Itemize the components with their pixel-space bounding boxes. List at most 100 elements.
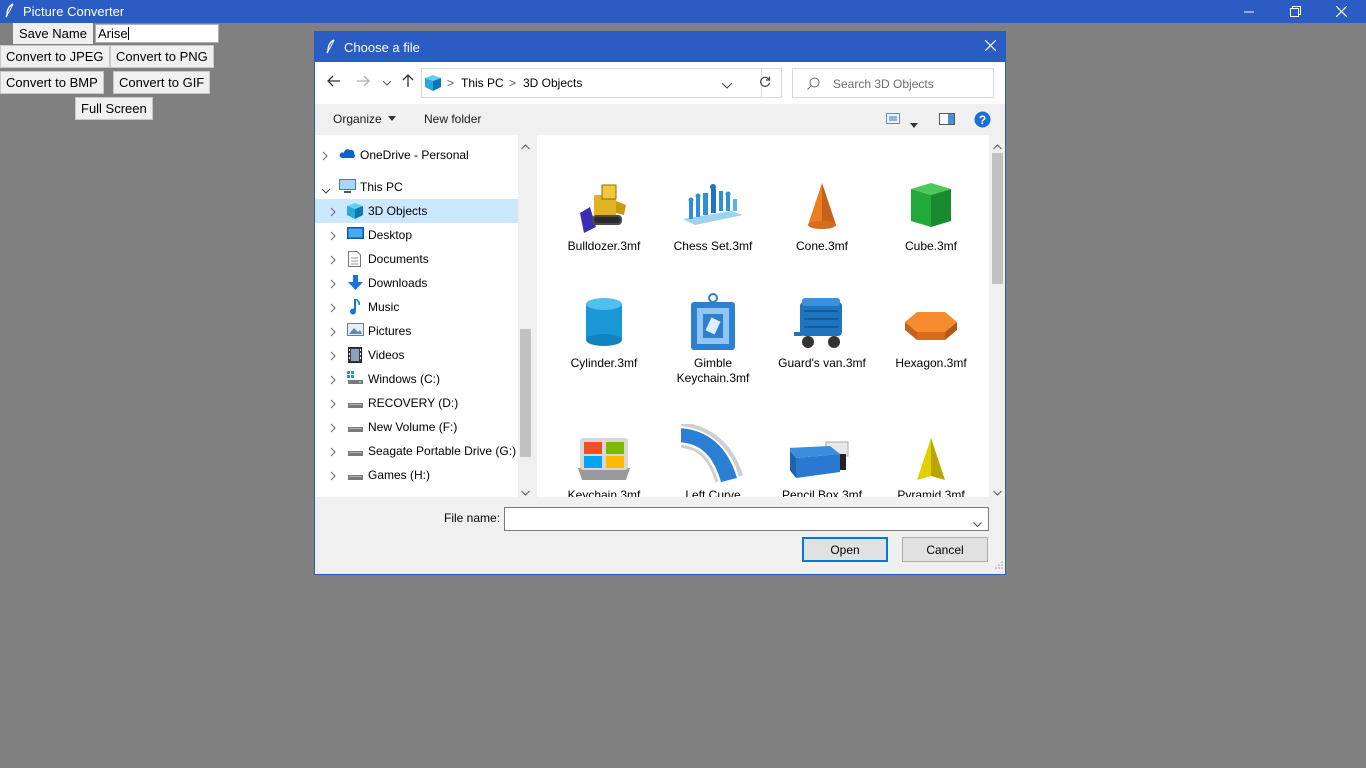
- file-dialog: Choose a file > This PC > 3D Objects Sea…: [314, 31, 1006, 575]
- organize-menu[interactable]: Organize: [333, 112, 397, 126]
- nav-item-drive-f[interactable]: New Volume (F:): [315, 415, 518, 439]
- close-button[interactable]: [1318, 0, 1364, 23]
- nav-item-label: Games (H:): [368, 468, 431, 482]
- address-bar[interactable]: > This PC > 3D Objects: [421, 68, 762, 98]
- nav-item-drive-g[interactable]: Seagate Portable Drive (G:): [315, 439, 518, 463]
- up-button[interactable]: [398, 72, 418, 92]
- preview-pane-button[interactable]: [939, 113, 955, 128]
- chevron-down-icon[interactable]: [973, 516, 982, 530]
- file-item[interactable]: Left Curve: [660, 422, 766, 497]
- recent-locations-button[interactable]: [377, 72, 397, 92]
- refresh-button[interactable]: [748, 68, 782, 98]
- nav-item-videos[interactable]: Videos: [315, 343, 518, 367]
- scrollbar-thumb[interactable]: [520, 329, 531, 457]
- app-title: Picture Converter: [23, 4, 125, 19]
- file-item[interactable]: Hexagon.3mf: [878, 292, 984, 387]
- dialog-close-button[interactable]: [975, 32, 1005, 62]
- chevron-right-icon[interactable]: [330, 230, 336, 244]
- open-button[interactable]: Open: [802, 537, 888, 562]
- file-list-scrollbar[interactable]: [989, 135, 1005, 497]
- nav-item-music[interactable]: Music: [315, 295, 518, 319]
- full-screen-button[interactable]: Full Screen: [75, 97, 153, 120]
- forward-button[interactable]: [353, 72, 373, 92]
- help-button[interactable]: ?: [974, 111, 991, 131]
- file-item[interactable]: Bulldozer.3mf: [551, 175, 657, 255]
- chevron-down-icon[interactable]: [321, 183, 331, 197]
- view-dropdown-button[interactable]: [910, 117, 918, 131]
- download-icon: [348, 275, 364, 291]
- scroll-down-icon[interactable]: [521, 485, 530, 497]
- scroll-down-icon[interactable]: [993, 485, 1002, 497]
- chevron-right-icon[interactable]: [330, 206, 336, 220]
- chevron-right-icon[interactable]: [330, 446, 336, 460]
- file-item[interactable]: Cube.3mf: [878, 175, 984, 255]
- nav-item-drive-c[interactable]: Windows (C:): [315, 367, 518, 391]
- file-name: Cone.3mf: [795, 239, 849, 253]
- chevron-right-icon[interactable]: [330, 470, 336, 484]
- breadcrumb-3d-objects[interactable]: 3D Objects: [523, 76, 582, 90]
- nav-item-label: Documents: [368, 252, 429, 266]
- file-name: Cube.3mf: [904, 239, 958, 253]
- chevron-down-icon[interactable]: [721, 78, 733, 92]
- resize-grip-icon[interactable]: [995, 558, 1003, 572]
- scrollbar-thumb[interactable]: [992, 153, 1003, 284]
- scroll-up-icon[interactable]: [993, 139, 1002, 153]
- chevron-right-icon[interactable]: [322, 150, 328, 164]
- chevron-right-icon[interactable]: [330, 326, 336, 340]
- chevron-right-icon[interactable]: [330, 374, 336, 388]
- view-options-button[interactable]: [886, 113, 900, 127]
- back-button[interactable]: [324, 72, 344, 92]
- file-item[interactable]: Keychain.3mf: [551, 424, 657, 497]
- file-item[interactable]: Pyramid.3mf: [878, 424, 984, 497]
- chevron-right-icon[interactable]: [330, 278, 336, 292]
- chevron-right-icon[interactable]: [330, 398, 336, 412]
- convert-png-button[interactable]: Convert to PNG: [110, 45, 214, 68]
- hexagon-icon: [899, 292, 963, 356]
- chevron-right-icon[interactable]: [330, 254, 336, 268]
- convert-jpeg-button[interactable]: Convert to JPEG: [0, 45, 110, 68]
- nav-item-documents[interactable]: Documents: [315, 247, 518, 271]
- navigation-scrollbar[interactable]: [518, 135, 533, 497]
- file-item[interactable]: Chess Set.3mf: [660, 175, 766, 255]
- organize-label: Organize: [333, 112, 382, 126]
- file-item[interactable]: Cylinder.3mf: [551, 292, 657, 387]
- convert-bmp-button[interactable]: Convert to BMP: [0, 71, 104, 94]
- file-name: Gimble Keychain.3mf: [676, 356, 750, 385]
- nav-item-onedrive[interactable]: OneDrive - Personal: [315, 143, 518, 167]
- cancel-button[interactable]: Cancel: [902, 537, 988, 562]
- minimize-button[interactable]: [1226, 0, 1272, 23]
- file-name: Bulldozer.3mf: [567, 239, 641, 253]
- nav-item-drive-d[interactable]: RECOVERY (D:): [315, 391, 518, 415]
- file-item[interactable]: Pencil Box.3mf: [769, 424, 875, 497]
- new-folder-button[interactable]: New folder: [424, 112, 481, 126]
- search-box[interactable]: Search 3D Objects: [792, 68, 994, 98]
- file-item[interactable]: Guard's van.3mf: [769, 292, 875, 387]
- cube-icon: [347, 203, 363, 219]
- breadcrumb-this-pc[interactable]: This PC: [461, 76, 504, 90]
- chevron-right-icon[interactable]: [330, 350, 336, 364]
- nav-item-downloads[interactable]: Downloads: [315, 271, 518, 295]
- chevron-right-icon[interactable]: [330, 302, 336, 316]
- nav-item-label: OneDrive - Personal: [360, 148, 469, 162]
- restore-button[interactable]: [1272, 0, 1318, 23]
- chevron-right-icon[interactable]: [330, 422, 336, 436]
- feather-icon: [326, 39, 336, 57]
- file-item[interactable]: Cone.3mf: [769, 175, 875, 255]
- scroll-up-icon[interactable]: [521, 139, 530, 153]
- file-name: Pyramid.3mf: [897, 488, 965, 497]
- file-item[interactable]: Gimble Keychain.3mf: [660, 292, 766, 387]
- chevron-down-icon: [382, 75, 392, 89]
- nav-item-label: New Volume (F:): [368, 420, 458, 434]
- file-name: Guard's van.3mf: [778, 356, 866, 370]
- nav-item-this-pc[interactable]: This PC: [315, 175, 518, 199]
- nav-item-desktop[interactable]: Desktop: [315, 223, 518, 247]
- nav-item-pictures[interactable]: Pictures: [315, 319, 518, 343]
- save-name-label: Save Name: [13, 23, 93, 44]
- nav-item-label: Videos: [368, 348, 405, 362]
- convert-gif-button[interactable]: Convert to GIF: [113, 71, 211, 94]
- nav-item-label: Windows (C:): [368, 372, 441, 386]
- nav-item-drive-h[interactable]: Games (H:): [315, 463, 518, 487]
- nav-item-3d-objects[interactable]: 3D Objects: [315, 199, 518, 223]
- save-name-input[interactable]: Arise: [95, 24, 219, 43]
- file-name-input[interactable]: [504, 507, 989, 531]
